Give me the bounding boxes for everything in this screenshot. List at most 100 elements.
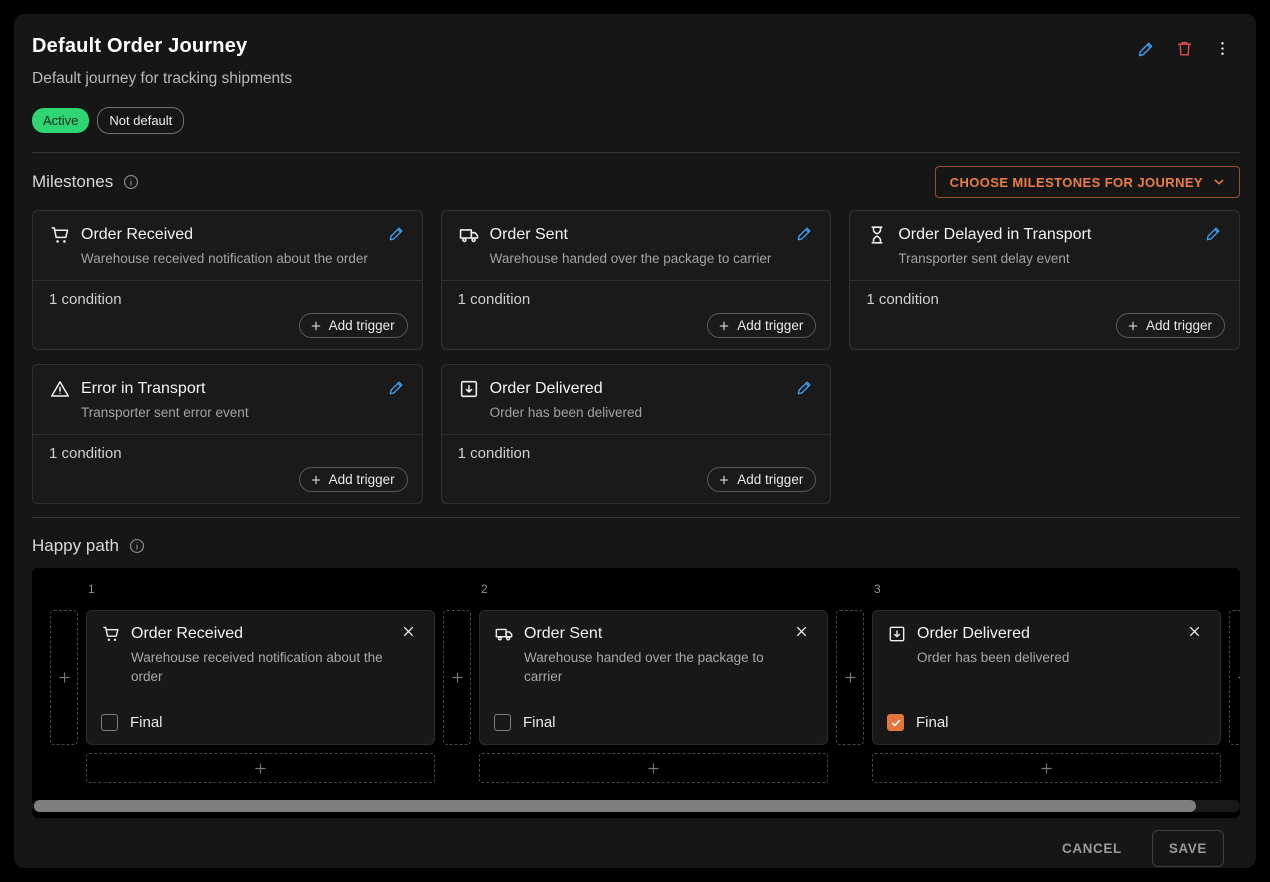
milestone-title: Order Sent bbox=[490, 224, 797, 246]
milestone-card: Order Received Warehouse received notifi… bbox=[32, 210, 423, 350]
step-description: Warehouse received notification about th… bbox=[131, 648, 394, 686]
add-trigger-button[interactable]: Add trigger bbox=[707, 467, 816, 492]
final-checkbox[interactable] bbox=[101, 714, 118, 731]
page-subtitle: Default journey for tracking shipments bbox=[32, 69, 1240, 89]
final-checkbox[interactable] bbox=[494, 714, 511, 731]
insert-step-slot[interactable] bbox=[50, 610, 78, 745]
milestone-title: Error in Transport bbox=[81, 378, 388, 400]
condition-count: 1 condition bbox=[866, 291, 1225, 308]
happy-path-heading-wrap: Happy path bbox=[32, 536, 1240, 556]
scrollbar-thumb[interactable] bbox=[34, 800, 1196, 812]
add-milestone-slot[interactable] bbox=[86, 753, 435, 783]
milestones-section-header: Milestones CHOOSE MILESTONES FOR JOURNEY bbox=[32, 166, 1240, 198]
plus-icon bbox=[717, 473, 731, 487]
choose-milestones-button[interactable]: CHOOSE MILESTONES FOR JOURNEY bbox=[935, 166, 1240, 198]
plus-icon bbox=[717, 319, 731, 333]
cancel-button[interactable]: CANCEL bbox=[1062, 841, 1122, 856]
add-trigger-button[interactable]: Add trigger bbox=[1116, 313, 1225, 338]
step-card: Order Received Warehouse received notifi… bbox=[86, 610, 435, 745]
milestone-title: Order Delayed in Transport bbox=[898, 224, 1205, 246]
cart-icon bbox=[49, 224, 71, 246]
truck-icon bbox=[494, 624, 514, 644]
step-number: 2 bbox=[481, 580, 828, 598]
plus-icon bbox=[1235, 669, 1241, 686]
step-title: Order Delivered bbox=[917, 623, 1186, 645]
final-label: Final bbox=[130, 714, 163, 731]
edit-icon[interactable] bbox=[388, 224, 408, 244]
box-arrow-down-icon bbox=[458, 378, 480, 400]
edit-icon[interactable] bbox=[388, 378, 408, 398]
happy-path-step: 1 Order Received Warehouse received noti… bbox=[86, 580, 435, 783]
step-number: 1 bbox=[88, 580, 435, 598]
edit-icon[interactable] bbox=[796, 224, 816, 244]
section-divider bbox=[32, 517, 1240, 518]
milestone-description: Transporter sent delay event bbox=[898, 250, 1225, 268]
final-checkbox-row[interactable]: Final bbox=[887, 714, 1206, 731]
save-button[interactable]: SAVE bbox=[1152, 830, 1224, 867]
default-badge: Not default bbox=[97, 107, 184, 134]
milestone-card: Order Delivered Order has been delivered… bbox=[441, 364, 832, 504]
step-title: Order Sent bbox=[524, 623, 793, 645]
hourglass-icon bbox=[866, 224, 888, 246]
milestone-card: Order Delayed in Transport Transporter s… bbox=[849, 210, 1240, 350]
add-trigger-button[interactable]: Add trigger bbox=[707, 313, 816, 338]
add-trigger-button[interactable]: Add trigger bbox=[299, 313, 408, 338]
insert-step-slot[interactable] bbox=[443, 610, 471, 745]
plus-icon bbox=[842, 669, 859, 686]
info-icon[interactable] bbox=[122, 173, 140, 191]
milestone-description: Transporter sent error event bbox=[81, 404, 408, 422]
horizontal-scrollbar[interactable] bbox=[32, 800, 1240, 812]
final-checkbox-row[interactable]: Final bbox=[494, 714, 813, 731]
edit-icon[interactable] bbox=[1205, 224, 1225, 244]
add-trigger-label: Add trigger bbox=[329, 318, 395, 333]
header-divider bbox=[32, 152, 1240, 153]
milestone-card: Error in Transport Transporter sent erro… bbox=[32, 364, 423, 504]
milestone-description: Warehouse received notification about th… bbox=[81, 250, 408, 268]
add-milestone-slot[interactable] bbox=[479, 753, 828, 783]
milestone-grid: Order Received Warehouse received notifi… bbox=[32, 210, 1240, 504]
add-trigger-label: Add trigger bbox=[737, 472, 803, 487]
add-milestone-slot[interactable] bbox=[872, 753, 1221, 783]
badges: Active Not default bbox=[32, 107, 1240, 134]
step-number: 3 bbox=[874, 580, 1221, 598]
condition-count: 1 condition bbox=[458, 291, 817, 308]
happy-path-step: 3 Order Delivered Order has been deliver… bbox=[872, 580, 1221, 783]
milestone-title: Order Delivered bbox=[490, 378, 797, 400]
more-menu-icon[interactable] bbox=[1210, 36, 1234, 60]
edit-icon[interactable] bbox=[1134, 36, 1158, 60]
header: Default Order Journey Default journey fo… bbox=[32, 30, 1240, 134]
check-icon bbox=[890, 717, 902, 729]
remove-step-icon[interactable] bbox=[400, 623, 420, 643]
insert-step-slot[interactable] bbox=[1229, 610, 1240, 745]
remove-step-icon[interactable] bbox=[1186, 623, 1206, 643]
info-icon[interactable] bbox=[128, 537, 146, 555]
step-title: Order Received bbox=[131, 623, 400, 645]
plus-icon bbox=[309, 319, 323, 333]
insert-step-slot[interactable] bbox=[836, 610, 864, 745]
box-arrow-down-icon bbox=[887, 624, 907, 644]
edit-icon[interactable] bbox=[796, 378, 816, 398]
condition-count: 1 condition bbox=[49, 445, 408, 462]
plus-icon bbox=[1126, 319, 1140, 333]
chevron-down-icon bbox=[1211, 174, 1227, 190]
add-trigger-label: Add trigger bbox=[737, 318, 803, 333]
final-label: Final bbox=[523, 714, 556, 731]
remove-step-icon[interactable] bbox=[793, 623, 813, 643]
final-checkbox-row[interactable]: Final bbox=[101, 714, 420, 731]
add-trigger-label: Add trigger bbox=[1146, 318, 1212, 333]
delete-icon[interactable] bbox=[1172, 36, 1196, 60]
plus-icon bbox=[56, 669, 73, 686]
plus-icon bbox=[309, 473, 323, 487]
plus-icon bbox=[449, 669, 466, 686]
page-title: Default Order Journey bbox=[32, 30, 1240, 58]
footer-actions: CANCEL SAVE bbox=[32, 830, 1240, 867]
final-checkbox[interactable] bbox=[887, 714, 904, 731]
step-description: Order has been delivered bbox=[917, 648, 1180, 667]
add-trigger-button[interactable]: Add trigger bbox=[299, 467, 408, 492]
plus-icon bbox=[252, 760, 269, 777]
happy-path-step: 2 Order Sent Warehouse handed over the p… bbox=[479, 580, 828, 783]
milestone-description: Warehouse handed over the package to car… bbox=[490, 250, 817, 268]
step-card: Order Delivered Order has been delivered… bbox=[872, 610, 1221, 745]
milestone-title: Order Received bbox=[81, 224, 388, 246]
condition-count: 1 condition bbox=[458, 445, 817, 462]
